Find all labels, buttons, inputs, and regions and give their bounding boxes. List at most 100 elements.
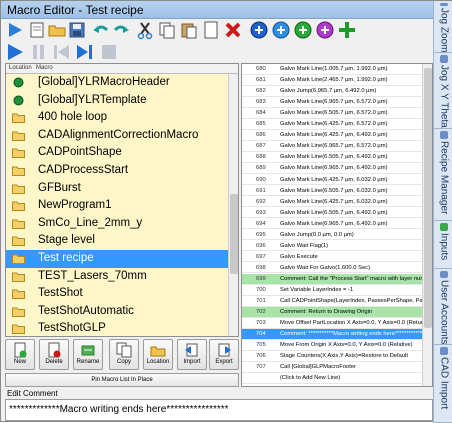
command-row[interactable]: 685 Galvo Mark Line(6.425.7 µm, 6.572.0 µ…	[242, 119, 424, 130]
macro-list-item[interactable]: [Global]YLRTemplate	[6, 92, 238, 110]
redo-icon[interactable]	[111, 20, 131, 40]
macro-editor-window: Macro Editor - Test recipe Location Macr…	[0, 0, 452, 423]
command-row[interactable]: 683 Galvo Mark Line(6.965.7 µm, 6.572.0 µ…	[242, 97, 424, 108]
inputs-icon	[440, 223, 448, 231]
edit-comment-input[interactable]: *************Macro writing ends here****…	[5, 399, 433, 421]
macro-list-item[interactable]: CADAlignmentCorrectionMacro	[6, 127, 238, 145]
tab-jog-zoom[interactable]: Jog Zoom	[434, 1, 452, 53]
macro-list-item[interactable]: [Global]YLRMacroHeader	[6, 74, 238, 92]
command-row[interactable]: 696 Galvo Wait Flag(1)	[242, 241, 424, 252]
export-button[interactable]: Export	[209, 339, 239, 370]
command-row[interactable]: 699 Comment: Call the "Process Start" mac…	[242, 273, 424, 285]
tab-jog-xy-theta-label: Jog X Y Theta	[438, 65, 450, 128]
macro-list-item[interactable]: 400 hole loop	[6, 109, 238, 127]
new-file-icon[interactable]	[201, 20, 221, 40]
delete-x-icon[interactable]	[223, 20, 243, 40]
macro-list-item[interactable]: NewProgram1	[6, 197, 238, 215]
undo-icon[interactable]	[91, 20, 111, 40]
open-folder-icon[interactable]	[47, 20, 67, 40]
command-row[interactable]: 687 Galvo Mark Line(6.965.7 µm, 6.572.0 µ…	[242, 141, 424, 152]
macro-list-item[interactable]: Test recipe	[6, 249, 238, 268]
play-icon[interactable]	[5, 20, 25, 40]
command-line-number: 694	[256, 220, 266, 227]
delete-button[interactable]: Delete	[39, 339, 69, 370]
macro-list-item[interactable]: GFBurst	[6, 180, 238, 198]
rename-button[interactable]: Rename	[73, 339, 103, 370]
command-text: Move Offset PartLocation X Axis=0.0, Y A…	[280, 320, 424, 327]
macro-list-scrollbar[interactable]	[228, 74, 238, 336]
scrollbar-thumb[interactable]	[230, 194, 238, 274]
stop-icon[interactable]	[99, 42, 119, 62]
command-row[interactable]: 700 Set Variable LayerIndex = -1	[242, 285, 424, 296]
command-row[interactable]: 693 Galvo Mark Line(6.505.7 µm, 6.492.0 µ…	[242, 208, 424, 219]
main-toolbar	[5, 19, 433, 41]
rename-button-label: Rename	[76, 359, 100, 365]
step-back-icon[interactable]	[51, 42, 71, 62]
command-row[interactable]: 707 Call [Global]GLPMacroFooter	[242, 362, 424, 373]
command-row[interactable]: 694 Galvo Mark Line(6.965.7 µm, 6.492.0 µ…	[242, 219, 424, 230]
macro-list-item[interactable]: SmCo_Line_2mm_y	[6, 215, 238, 233]
command-text: Comment: Return to Drawing Origin	[280, 309, 373, 316]
copy-icon[interactable]	[157, 20, 177, 40]
save-icon[interactable]	[67, 20, 87, 40]
macro-list-item[interactable]: Stage level	[6, 232, 238, 250]
run-icon[interactable]	[5, 42, 25, 62]
pin-macro-list-button[interactable]: Pin Macro List In Place	[5, 373, 239, 387]
add-green-plus-icon[interactable]	[337, 20, 357, 40]
new-button[interactable]: New	[5, 339, 35, 370]
macro-list-item[interactable]: TestShotGLP	[6, 320, 238, 336]
command-row[interactable]: 695 Galvo Jump(0.0 µm, 0.0 µm)	[242, 230, 424, 241]
command-row[interactable]: 697 Galvo Execute	[242, 252, 424, 263]
macro-list-item[interactable]: TEST_Lasers_70mm	[6, 268, 238, 286]
command-row[interactable]: 702 Comment: Return to Drawing Origin	[242, 307, 424, 318]
paste-icon[interactable]	[179, 20, 199, 40]
command-row[interactable]: 701 Call CADPointShape(LayerIndex, Passes…	[242, 296, 424, 307]
command-list-scrollbar[interactable]	[422, 64, 432, 386]
command-row[interactable]: 688 Galvo Mark Line(6.505.7 µm, 6.492.0 µ…	[242, 152, 424, 163]
tab-cad-import[interactable]: CAD Import	[434, 345, 452, 423]
step-forward-icon[interactable]	[75, 42, 95, 62]
command-row[interactable]: 704 Comment: ***********Macro writing end…	[242, 329, 424, 340]
tab-inputs[interactable]: Inputs	[434, 221, 452, 269]
scrollbar-thumb[interactable]	[424, 68, 432, 328]
import-button[interactable]: Import	[177, 339, 207, 370]
folder-icon	[12, 113, 25, 124]
command-row[interactable]: 698 Galvo Wait For Galvo(1.600.0 Sec)	[242, 263, 424, 274]
command-row[interactable]: 684 Galvo Mark Line(6.505.7 µm, 6.572.0 µ…	[242, 108, 424, 119]
command-row[interactable]: 706 Stage Counters(X Axis,Y Axis)=Restore…	[242, 351, 424, 362]
add-new-line-row[interactable]: (Click to Add New Line)	[242, 373, 424, 384]
add-purple-circle-icon[interactable]	[315, 20, 335, 40]
add-blue-circle-icon[interactable]	[249, 20, 269, 40]
macro-list-header: Location Macro	[6, 64, 238, 74]
command-row[interactable]: 703 Move Offset PartLocation X Axis=0.0, …	[242, 318, 424, 329]
column-location[interactable]: Location	[9, 65, 32, 71]
command-row[interactable]: 682 Galvo Jump(6.965.7 µm, 6.492.0 µm)	[242, 86, 424, 97]
macro-list-item[interactable]: CADPointShape	[6, 144, 238, 162]
add-green-circle-icon[interactable]	[293, 20, 313, 40]
macro-list-item[interactable]: TestShot	[6, 285, 238, 303]
command-row[interactable]: 692 Galvo Mark Line(6.425.7 µm, 6.032.0 µ…	[242, 197, 424, 208]
command-row[interactable]: 689 Galvo Mark Line(6.965.7 µm, 6.492.0 µ…	[242, 163, 424, 175]
location-button[interactable]: Location	[143, 339, 173, 370]
tab-jog-zoom-label: Jog Zoom	[438, 7, 450, 52]
macro-list-item[interactable]: TestShotAutomatic	[6, 303, 238, 321]
command-row[interactable]: 691 Galvo Mark Line(6.505.7 µm, 6.032.0 µ…	[242, 186, 424, 197]
command-row[interactable]: 690 Galvo Mark Line(6.425.7 µm, 6.032.0 µ…	[242, 175, 424, 186]
import-icon	[185, 343, 198, 357]
command-row[interactable]: 705 Move From Origin X Axis=0.0, Y Axis=0…	[242, 340, 424, 351]
macro-list-item[interactable]: CADProcessStart	[6, 162, 238, 180]
command-row[interactable]: 681 Galvo Mark Line(2.465.7 µm, 1.992.0 µ…	[242, 75, 424, 86]
command-row[interactable]: 686 Galvo Mark Line(6.425.7 µm, 6.492.0 µ…	[242, 130, 424, 141]
tab-user-accounts[interactable]: User Accounts	[434, 269, 452, 345]
export-icon	[218, 343, 231, 357]
command-row[interactable]: 680 Galvo Mark Line(1.005.7 µm, 1.992.0 µ…	[242, 64, 424, 75]
tab-recipe-manager[interactable]: Recipe Manager	[434, 129, 452, 221]
edit-comment-label: Edit Comment	[7, 389, 58, 398]
column-macro[interactable]: Macro	[36, 65, 53, 71]
add-blue-circle-icon[interactable]	[271, 20, 291, 40]
tab-jog-xy-theta[interactable]: Jog X Y Theta	[434, 53, 452, 129]
pause-icon[interactable]	[29, 42, 49, 62]
cut-icon[interactable]	[135, 20, 155, 40]
new-document-icon[interactable]	[27, 20, 47, 40]
copy-button[interactable]: Copy	[109, 339, 139, 370]
